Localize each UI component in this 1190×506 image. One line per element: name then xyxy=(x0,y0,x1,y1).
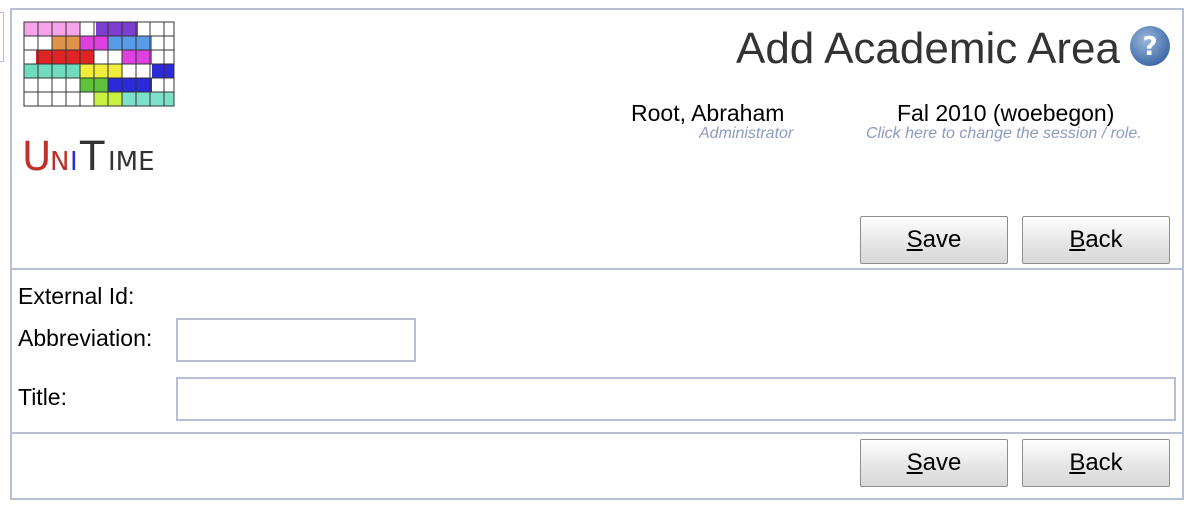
user-role[interactable]: Administrator xyxy=(699,125,805,143)
svg-text:?: ? xyxy=(1142,32,1157,62)
user-name[interactable]: Root, Abraham xyxy=(631,100,784,127)
title-input[interactable] xyxy=(176,377,1176,421)
back-button-top[interactable]: Back xyxy=(1022,216,1170,264)
header-divider xyxy=(12,268,1182,270)
session-change-hint[interactable]: Click here to change the session / role. xyxy=(866,125,1174,143)
external-id-label: External Id: xyxy=(18,283,135,309)
abbreviation-input[interactable] xyxy=(176,318,416,362)
svg-text:N: N xyxy=(50,147,69,177)
svg-text:T: T xyxy=(79,134,105,180)
back-button-bottom[interactable]: Back xyxy=(1022,439,1170,487)
back-button-bottom-label: ack xyxy=(1085,449,1123,476)
back-button-top-accesskey: B xyxy=(1069,226,1086,253)
save-button-bottom-label: ave xyxy=(922,449,962,476)
question-mark-icon[interactable]: ? xyxy=(1128,24,1172,68)
save-button-bottom-accesskey: S xyxy=(906,449,923,476)
abbreviation-label: Abbreviation: xyxy=(18,325,153,351)
svg-text:I: I xyxy=(70,147,78,177)
save-button-top-label: ave xyxy=(922,226,962,253)
session-name[interactable]: Fal 2010 (woebegon) xyxy=(897,100,1114,127)
unitime-logo-graphic: U N I T IME xyxy=(22,20,177,180)
left-edge-tab xyxy=(0,12,4,62)
svg-text:U: U xyxy=(22,134,51,180)
save-button-top[interactable]: Save xyxy=(860,216,1008,264)
title-label: Title: xyxy=(18,384,67,410)
unitime-logo[interactable]: U N I T IME xyxy=(22,20,182,185)
footer-divider xyxy=(12,432,1182,434)
save-button-bottom[interactable]: Save xyxy=(860,439,1008,487)
svg-text:IME: IME xyxy=(108,147,155,177)
save-button-top-accesskey: S xyxy=(906,226,923,253)
back-button-top-label: ack xyxy=(1085,226,1123,253)
back-button-bottom-accesskey: B xyxy=(1069,449,1086,476)
page-title: Add Academic Area xyxy=(735,24,1120,73)
